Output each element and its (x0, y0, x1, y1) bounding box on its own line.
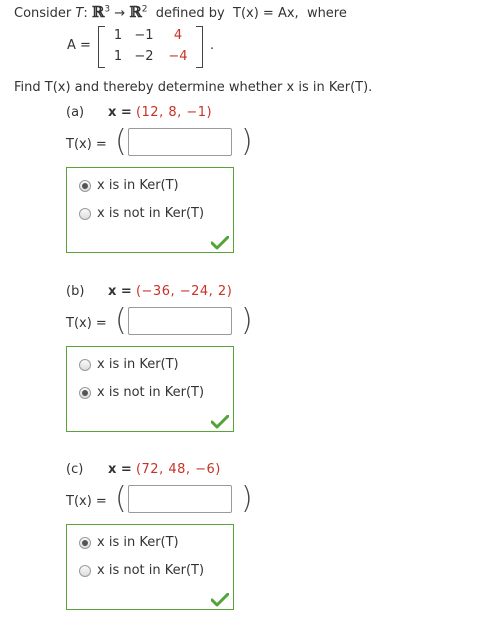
left-paren: ( (115, 124, 127, 159)
option-not-in-ker[interactable]: x is not in Ker(T) (97, 563, 204, 578)
answer-choices: x is in Ker(T) x is not in Ker(T) (66, 524, 234, 610)
right-paren: ) (241, 303, 253, 338)
tx-answer-input[interactable] (128, 307, 232, 335)
radio-not-in-ker[interactable] (79, 565, 91, 577)
x-value: (72, 48, −6) (135, 462, 221, 477)
x-value: (12, 8, −1) (135, 105, 213, 120)
where-text: where (306, 6, 347, 21)
x-label: x = (108, 284, 132, 299)
matrix-a: 1 −1 4 1 −2 −4 (98, 26, 208, 68)
tx-label: T(x) = (66, 137, 107, 152)
matrix-cell: 1 (113, 49, 123, 64)
defined-by-text: defined by (155, 6, 225, 21)
x-vector: x = (72, 48, −6) (108, 462, 221, 477)
left-paren: ( (115, 481, 127, 516)
matrix-period: . (210, 38, 215, 53)
codomain-symbol: ℝ (129, 3, 142, 21)
matrix-cell: 1 (113, 28, 123, 43)
matrix-cell: 4 (173, 28, 183, 43)
part-label: (c) (66, 462, 84, 477)
tx-definition: T(x) = Ax, (233, 6, 299, 21)
domain-symbol: ℝ (91, 3, 105, 21)
radio-not-in-ker[interactable] (79, 208, 91, 220)
part-label: (b) (66, 284, 85, 299)
tx-label: T(x) = (66, 316, 107, 331)
right-paren: ) (241, 481, 253, 516)
option-in-ker[interactable]: x is in Ker(T) (97, 535, 179, 550)
consider-text: Consider (14, 6, 72, 21)
right-bracket (196, 26, 203, 68)
matrix-cell: −4 (168, 49, 188, 64)
tx-answer-input[interactable] (128, 128, 232, 156)
checkmark-icon (211, 415, 229, 429)
option-not-in-ker[interactable]: x is not in Ker(T) (97, 206, 204, 221)
x-value: (−36, −24, 2) (135, 284, 233, 299)
problem-statement: Consider T: ℝ3 → ℝ2 defined by T(x) = Ax… (14, 3, 347, 21)
arrow-symbol: → (114, 6, 126, 21)
instruction-text: Find T(x) and thereby determine whether … (14, 80, 373, 95)
matrix-cell: −2 (134, 49, 154, 64)
radio-in-ker[interactable] (79, 359, 91, 371)
checkmark-icon (211, 236, 229, 250)
left-bracket (98, 26, 105, 68)
tx-answer-input[interactable] (128, 485, 232, 513)
left-paren: ( (115, 303, 127, 338)
x-label: x = (108, 462, 132, 477)
option-not-in-ker[interactable]: x is not in Ker(T) (97, 385, 204, 400)
x-vector: x = (−36, −24, 2) (108, 284, 232, 299)
part-label: (a) (66, 105, 85, 120)
matrix-cell: −1 (134, 28, 154, 43)
radio-in-ker[interactable] (79, 180, 91, 192)
x-vector: x = (12, 8, −1) (108, 105, 212, 120)
domain-exponent: 3 (104, 4, 111, 15)
answer-choices: x is in Ker(T) x is not in Ker(T) (66, 346, 234, 432)
option-in-ker[interactable]: x is in Ker(T) (97, 178, 179, 193)
option-in-ker[interactable]: x is in Ker(T) (97, 357, 179, 372)
matrix-a-label: A = (67, 38, 91, 53)
colon-symbol: : (83, 6, 88, 21)
right-paren: ) (241, 124, 253, 159)
codomain-exponent: 2 (141, 4, 148, 15)
radio-not-in-ker[interactable] (79, 387, 91, 399)
x-label: x = (108, 105, 132, 120)
radio-in-ker[interactable] (79, 537, 91, 549)
checkmark-icon (211, 593, 229, 607)
tx-label: T(x) = (66, 494, 107, 509)
answer-choices: x is in Ker(T) x is not in Ker(T) (66, 167, 234, 253)
